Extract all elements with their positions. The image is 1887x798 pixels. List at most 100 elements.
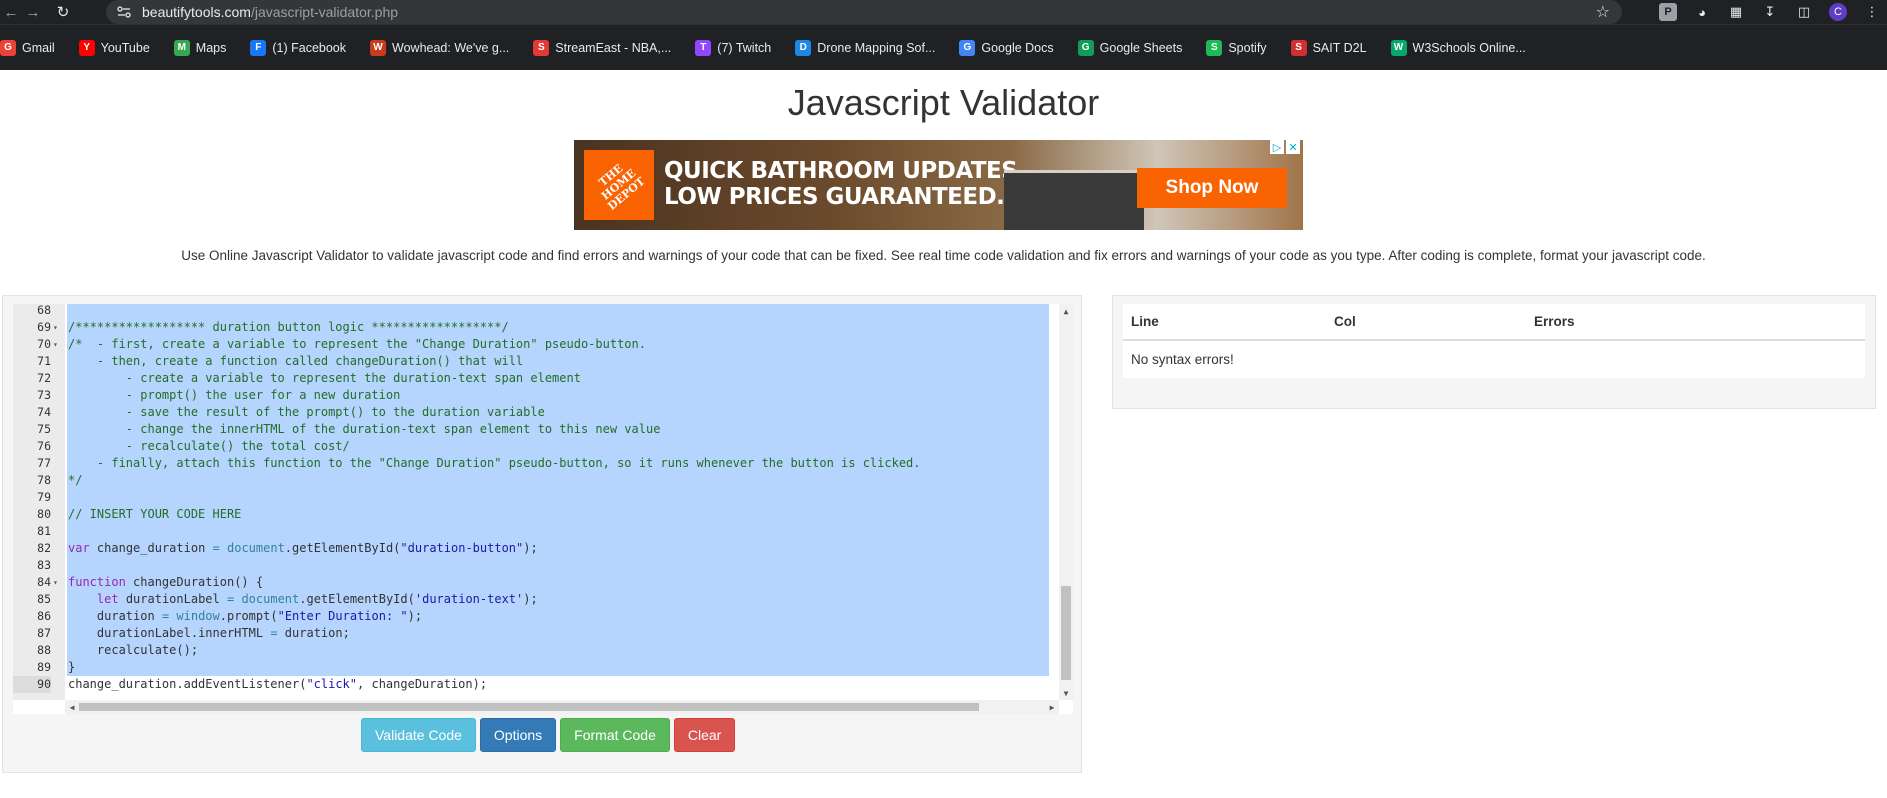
code-line[interactable]: 68 — [13, 304, 1063, 319]
menu-icon[interactable]: ⋮ — [1863, 3, 1881, 21]
code-line[interactable]: 85 let durationLabel = document.getEleme… — [13, 591, 1063, 608]
code-line[interactable]: 78 */ — [13, 472, 1063, 489]
bookmark-item[interactable]: D Drone Mapping Sof... — [795, 25, 935, 71]
code-line[interactable]: 81 — [13, 523, 1063, 540]
ad-headline: QUICK BATHROOM UPDATES. LOW PRICES GUARA… — [664, 158, 1026, 210]
advertisement-banner[interactable]: THE HOME DEPOT QUICK BATHROOM UPDATES. L… — [574, 140, 1303, 230]
line-number: 80 — [37, 507, 51, 521]
bookmark-item[interactable]: S Spotify — [1206, 25, 1267, 71]
validate-code-button[interactable]: Validate Code — [361, 718, 476, 752]
line-number: 84 — [37, 575, 51, 589]
code-text — [67, 523, 1049, 540]
bookmark-item[interactable]: F (1) Facebook — [250, 25, 346, 71]
line-number: 71 — [37, 354, 51, 368]
bookmark-item[interactable]: G Gmail — [0, 25, 55, 71]
action-buttons: Validate Code Options Format Code Clear — [361, 718, 736, 752]
results-header: Line Col Errors — [1123, 304, 1865, 341]
code-line[interactable]: 74 - save the result of the prompt() to … — [13, 404, 1063, 421]
code-line[interactable]: 69 ▾ /****************** duration button l… — [13, 319, 1063, 336]
code-text: change_duration.addEventListener("click"… — [67, 676, 1049, 693]
site-info-icon[interactable] — [114, 6, 134, 18]
code-text: /* - first, create a variable to represe… — [67, 336, 1049, 353]
code-line[interactable]: 88 recalculate(); — [13, 642, 1063, 659]
side-panel-icon[interactable]: ◫ — [1795, 3, 1813, 21]
line-number: 83 — [37, 558, 51, 572]
code-line[interactable]: 79 — [13, 489, 1063, 506]
code-line[interactable]: 87 durationLabel.innerHTML = duration; — [13, 625, 1063, 642]
forward-button[interactable]: → — [22, 0, 44, 24]
ad-choices-icon[interactable]: ▷ — [1270, 140, 1284, 154]
code-line[interactable]: 75 - change the innerHTML of the duratio… — [13, 421, 1063, 438]
bookmark-item[interactable]: T (7) Twitch — [695, 25, 771, 71]
fold-arrow-icon[interactable]: ▾ — [53, 319, 58, 336]
url-text: beautifytools.com/javascript-validator.p… — [142, 4, 398, 20]
bookmark-item[interactable]: W W3Schools Online... — [1390, 25, 1526, 71]
bookmark-item[interactable]: S StreamEast - NBA,... — [533, 25, 671, 71]
options-button[interactable]: Options — [479, 718, 557, 752]
clear-button[interactable]: Clear — [673, 718, 736, 752]
line-number: 75 — [37, 422, 51, 436]
drone-icon: D — [795, 39, 812, 56]
code-line[interactable]: 86 duration = window.prompt("Enter Durat… — [13, 608, 1063, 625]
home-depot-logo: THE HOME DEPOT — [584, 150, 654, 220]
code-text: - create a variable to represent the dur… — [67, 370, 1049, 387]
browser-toolbar: ← → ↻ beautifytools.com/javascript-valid… — [0, 0, 1887, 24]
bookmark-item[interactable]: G Google Sheets — [1077, 25, 1182, 71]
download-icon[interactable]: ↧ — [1761, 3, 1779, 21]
code-line[interactable]: 76 - recalculate() the total cost/ — [13, 438, 1063, 455]
results-panel: Line Col Errors No syntax errors! — [1112, 295, 1876, 409]
line-number: 73 — [37, 388, 51, 402]
back-button[interactable]: ← — [0, 0, 22, 24]
code-line[interactable]: 90 change_duration.addEventListener("clic… — [13, 676, 1063, 693]
code-line[interactable]: 84 ▾ function changeDuration() { — [13, 574, 1063, 591]
vertical-scroll-thumb[interactable] — [1061, 586, 1071, 680]
code-line[interactable]: 70 ▾ /* - first, create a variable to repr… — [13, 336, 1063, 353]
horizontal-scroll-thumb[interactable] — [79, 703, 979, 711]
code-line[interactable]: 73 - prompt() the user for a new duratio… — [13, 387, 1063, 404]
fold-arrow-icon[interactable]: ▾ — [53, 574, 58, 591]
bookmark-label: W3Schools Online... — [1412, 40, 1526, 55]
ad-close-icon[interactable]: ✕ — [1286, 140, 1300, 154]
code-lines[interactable]: 68 69 ▾/****************** duration butto… — [13, 304, 1063, 693]
twitch-icon: T — [695, 39, 712, 56]
code-text: recalculate(); — [67, 642, 1049, 659]
code-line[interactable]: 71 - then, create a function called chan… — [13, 353, 1063, 370]
bookmark-item[interactable]: W Wowhead: We've g... — [370, 25, 509, 71]
reload-button[interactable]: ↻ — [52, 0, 74, 24]
bookmark-item[interactable]: M Maps — [173, 25, 226, 71]
avatar[interactable]: C — [1829, 3, 1847, 21]
scroll-down-icon[interactable]: ▼ — [1059, 686, 1073, 700]
format-code-button[interactable]: Format Code — [560, 718, 670, 752]
w3schools-icon: W — [1390, 39, 1407, 56]
extension-arc-icon[interactable]: ◕ — [1693, 3, 1711, 21]
code-editor[interactable]: 68 69 ▾/****************** duration butto… — [13, 304, 1073, 714]
column-header-errors: Errors — [1534, 314, 1575, 329]
line-number: 90 — [13, 676, 51, 693]
code-line[interactable]: 80 // INSERT YOUR CODE HERE — [13, 506, 1063, 523]
scroll-right-icon[interactable]: ▶ — [1045, 700, 1059, 714]
bookmark-item[interactable]: G Google Docs — [959, 25, 1054, 71]
spotify-icon: S — [1206, 39, 1223, 56]
vertical-scrollbar[interactable]: ▲ ▼ — [1059, 304, 1073, 700]
horizontal-scrollbar[interactable]: ◀ ▶ — [65, 700, 1059, 714]
page-content: Javascript Validator THE HOME DEPOT QUIC… — [0, 70, 1887, 798]
line-number: 77 — [37, 456, 51, 470]
scroll-left-icon[interactable]: ◀ — [65, 700, 79, 714]
code-line[interactable]: 72 - create a variable to represent the … — [13, 370, 1063, 387]
ad-choices[interactable]: ▷ ✕ — [1270, 140, 1300, 154]
bookmark-item[interactable]: Y YouTube — [78, 25, 150, 71]
fold-arrow-icon[interactable]: ▾ — [53, 336, 58, 353]
bookmark-item[interactable]: S SAIT D2L — [1290, 25, 1367, 71]
code-text: - finally, attach this function to the "… — [67, 455, 1049, 472]
extensions-puzzle-icon[interactable]: ▦ — [1727, 3, 1745, 21]
extension-icon[interactable]: P — [1659, 3, 1677, 21]
address-bar[interactable]: beautifytools.com/javascript-validator.p… — [106, 0, 1622, 24]
code-line[interactable]: 83 — [13, 557, 1063, 574]
code-line[interactable]: 89} — [13, 659, 1063, 676]
bookmark-label: (1) Facebook — [272, 40, 347, 55]
code-line[interactable]: 77 - finally, attach this function to th… — [13, 455, 1063, 472]
shop-now-button[interactable]: Shop Now — [1137, 168, 1287, 208]
scroll-up-icon[interactable]: ▲ — [1059, 304, 1073, 318]
bookmark-star-icon[interactable]: ☆ — [1596, 2, 1610, 22]
code-line[interactable]: 82 var change_duration = document.getElem… — [13, 540, 1063, 557]
